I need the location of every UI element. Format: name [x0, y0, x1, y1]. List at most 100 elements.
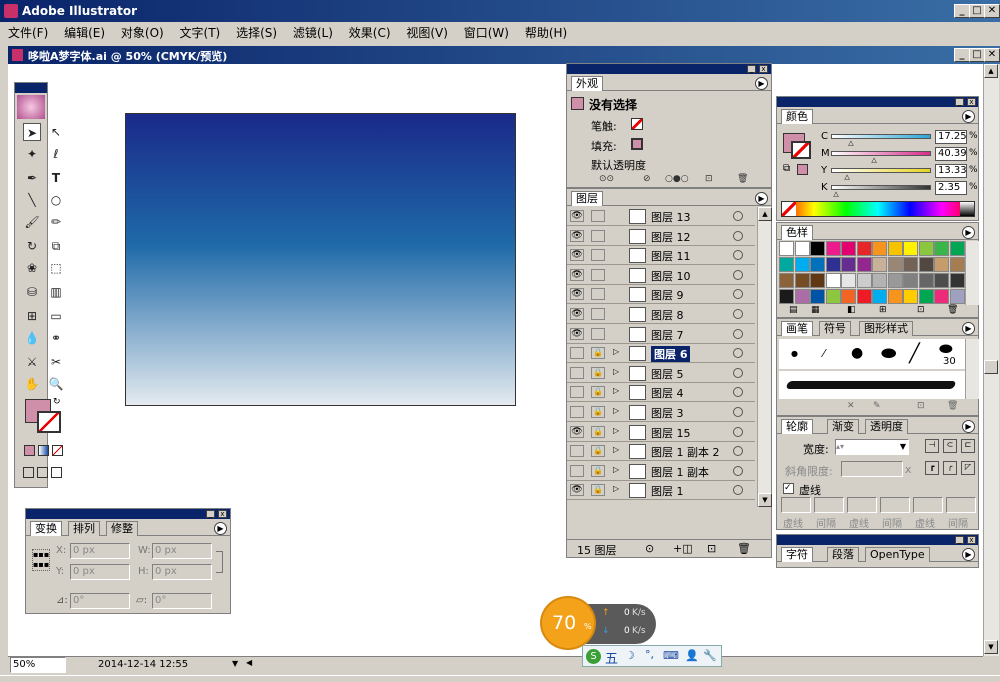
maximize-button[interactable]: □ — [969, 4, 985, 18]
swatch-color[interactable] — [825, 257, 841, 272]
tab-opentype[interactable]: OpenType — [865, 547, 930, 562]
weight-field[interactable]: ▴▾ ▼ — [835, 439, 909, 455]
paintbrush-tool-icon[interactable]: 🖌 — [23, 213, 41, 231]
swatches-scrollbar[interactable] — [965, 241, 979, 305]
type-tool-icon[interactable]: T — [47, 169, 65, 187]
tab-swatches[interactable]: 色样 — [781, 225, 813, 240]
y-field[interactable]: 0 px — [70, 564, 130, 580]
layer-target-icon[interactable] — [733, 407, 743, 417]
doc-minimize-button[interactable]: _ — [954, 48, 970, 62]
swatch-color[interactable] — [810, 289, 825, 304]
swatch-color[interactable] — [872, 257, 887, 272]
duplicate-item-icon[interactable]: ⊡ — [705, 174, 713, 184]
layer-name[interactable]: 图层 15 — [651, 425, 691, 441]
layer-lock-toggle[interactable]: 🔒 — [591, 366, 605, 379]
close-button[interactable]: ✕ — [984, 4, 1000, 18]
layer-name[interactable]: 图层 9 — [651, 287, 684, 303]
layer-lock-toggle[interactable]: 🔒 — [591, 464, 605, 477]
dash-field[interactable] — [913, 497, 943, 513]
color-minimize-button[interactable]: _ — [955, 98, 964, 106]
tab-appearance[interactable]: 外观 — [571, 76, 603, 91]
swatch-color[interactable] — [918, 273, 934, 288]
none-mode-button[interactable] — [52, 445, 63, 456]
dash-field[interactable] — [880, 497, 910, 513]
swatches-menu-icon[interactable]: ▶ — [962, 226, 975, 239]
half-width-moon-icon[interactable]: ☽ — [625, 649, 635, 662]
layer-name[interactable]: 图层 10 — [651, 268, 691, 284]
layer-visibility-toggle[interactable] — [570, 386, 584, 399]
show-gradient-swatches-icon[interactable]: ◧ — [847, 305, 856, 315]
swatch-color[interactable] — [903, 289, 918, 304]
layer-row[interactable]: 👁 图层 13 — [567, 207, 755, 226]
reduce-basic-icon[interactable]: ○●○ — [665, 174, 689, 184]
fill-swatch-icon[interactable] — [631, 138, 643, 150]
constrain-link-icon[interactable] — [216, 551, 223, 573]
dashed-checkbox[interactable]: ✓ — [783, 483, 794, 494]
swatch-color[interactable] — [794, 241, 810, 256]
layer-expand-icon[interactable]: ▷ — [613, 367, 619, 376]
zoom-field[interactable]: 50% — [10, 657, 66, 673]
ellipse-tool-icon[interactable]: ○ — [47, 191, 65, 209]
appearance-minimize-button[interactable]: _ — [747, 65, 756, 73]
reference-point-icon[interactable]: ▪▪▪ ▪▪▪ — [32, 549, 50, 571]
punctuation-icon[interactable]: °, — [645, 648, 654, 661]
tab-transparency[interactable]: 透明度 — [865, 419, 908, 434]
layer-row[interactable]: 👁 🔒 ▷ 图层 1 — [567, 481, 755, 501]
transform-menu-icon[interactable]: ▶ — [214, 522, 227, 535]
brushes-scrollbar[interactable] — [965, 339, 979, 399]
layer-row[interactable]: 🔒 ▷ 图层 5 — [567, 364, 755, 383]
swatch-color[interactable] — [841, 257, 856, 272]
tab-symbols[interactable]: 符号 — [819, 321, 851, 336]
menu-filter[interactable]: 滤镜(L) — [293, 26, 333, 40]
make-clip-icon[interactable]: ⊙ — [645, 542, 654, 555]
swatch-color[interactable] — [934, 289, 949, 304]
layer-visibility-toggle[interactable]: 👁 — [570, 288, 584, 301]
user-icon[interactable]: 👤 — [685, 649, 699, 662]
status-dropdown-icon[interactable]: ▼ — [232, 659, 238, 668]
layer-target-icon[interactable] — [733, 485, 743, 496]
layer-row[interactable]: 👁 图层 9 — [567, 285, 755, 305]
tab-paragraph[interactable]: 段落 — [827, 547, 859, 562]
layers-scroll-down[interactable]: ▼ — [758, 493, 772, 507]
layer-name[interactable]: 图层 8 — [651, 307, 684, 323]
layer-target-icon[interactable] — [733, 446, 743, 457]
rotate-tool-icon[interactable]: ↻ — [23, 237, 41, 255]
character-minimize-button[interactable]: _ — [955, 536, 964, 544]
layer-row[interactable]: 🔒 ▷ 图层 6 — [567, 344, 755, 364]
join-miter-icon[interactable]: ┏ — [925, 461, 939, 475]
layer-visibility-toggle[interactable]: 👁 — [570, 210, 584, 222]
layer-expand-icon[interactable]: ▷ — [613, 426, 619, 435]
free-transform-tool-icon[interactable]: ⬚ — [47, 259, 65, 277]
new-sublayer-icon[interactable]: +◫ — [673, 542, 693, 555]
layer-target-icon[interactable] — [733, 426, 743, 437]
layer-lock-toggle[interactable]: 🔒 — [591, 386, 605, 399]
layer-visibility-toggle[interactable]: 👁 — [570, 229, 584, 242]
swatch-color[interactable] — [856, 289, 872, 304]
layer-expand-icon[interactable]: ▷ — [613, 386, 619, 395]
appearance-menu-icon[interactable]: ▶ — [755, 77, 768, 90]
menu-file[interactable]: 文件(F) — [8, 26, 48, 40]
symbol-sprayer-tool-icon[interactable]: ⛁ — [23, 283, 41, 301]
color-menu-icon[interactable]: ▶ — [962, 110, 975, 123]
layer-expand-icon[interactable]: ▷ — [613, 465, 619, 474]
menu-select[interactable]: 选择(S) — [236, 26, 277, 40]
x-field[interactable]: 0 px — [70, 543, 130, 559]
remove-brush-stroke-icon[interactable]: ✕ — [847, 401, 855, 411]
screen-mode-normal-button[interactable] — [23, 467, 34, 478]
layer-row[interactable]: 🔒 ▷ 图层 4 — [567, 383, 755, 403]
brush-oval-tilted[interactable]: ⬬ — [881, 343, 896, 364]
layer-target-icon[interactable] — [733, 230, 743, 241]
swatch-color[interactable] — [810, 241, 825, 256]
swap-colors-icon[interactable]: ↻ — [53, 397, 61, 407]
ime-mode-label[interactable]: 五 — [605, 648, 618, 667]
gamut-swatch[interactable] — [797, 164, 808, 175]
swatch-color[interactable] — [856, 257, 872, 272]
show-pattern-swatches-icon[interactable]: ⊞ — [879, 305, 887, 315]
swatch-color[interactable] — [779, 273, 794, 288]
channel-value[interactable]: 2.35 — [935, 181, 967, 195]
layer-name[interactable]: 图层 7 — [651, 327, 684, 343]
join-round-icon[interactable]: ╭ — [943, 461, 957, 475]
network-meter[interactable]: 70 % ↑ 0 K/s ↓ 0 K/s — [540, 596, 656, 650]
canvas-vertical-scrollbar[interactable]: ▲ ▼ — [983, 64, 999, 656]
tab-graphic-styles[interactable]: 图形样式 — [859, 321, 913, 336]
